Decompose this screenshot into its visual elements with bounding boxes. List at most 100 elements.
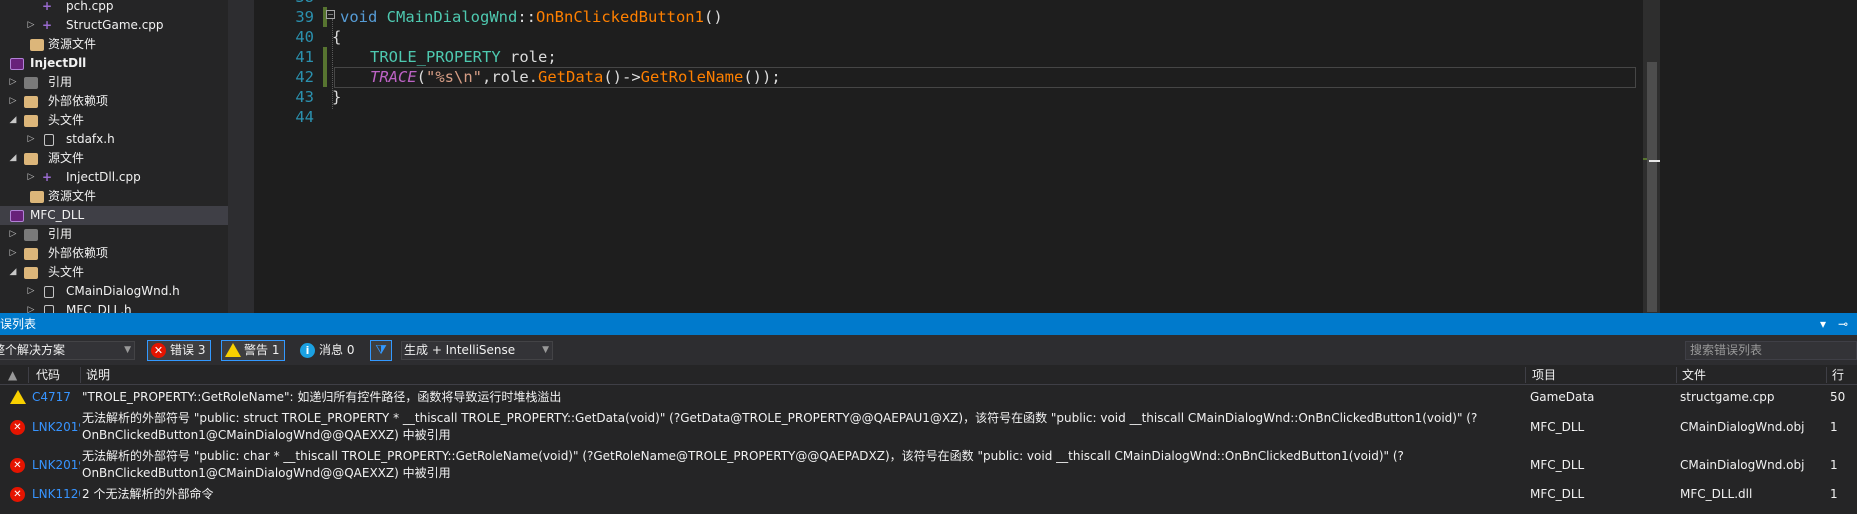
- error-code-link[interactable]: LNK2019: [32, 457, 80, 474]
- folder-icon: [24, 153, 38, 165]
- tree-item-references[interactable]: ▷ 引用: [0, 73, 228, 92]
- change-marker: [323, 47, 327, 87]
- cpp-file-icon: +: [42, 18, 53, 32]
- expand-arrow-icon[interactable]: ▷: [26, 301, 36, 313]
- error-row[interactable]: ✕ LNK2019 无法解析的外部符号 "public: struct TROL…: [0, 410, 1857, 444]
- scrollbar-thumb[interactable]: [1647, 62, 1657, 312]
- error-code-link[interactable]: LNK2019: [32, 419, 80, 436]
- tree-item-injectdll-project[interactable]: InjectDll: [0, 54, 228, 73]
- line-number: 42: [295, 68, 314, 86]
- collapse-arrow-icon[interactable]: ◢: [8, 263, 18, 282]
- search-input[interactable]: 搜索错误列表: [1685, 341, 1857, 360]
- line-number: 38: [274, 0, 314, 7]
- tree-item-pch-cpp[interactable]: + pch.cpp: [0, 0, 228, 16]
- tree-item-resource-files[interactable]: 资源文件: [0, 35, 228, 54]
- panel-splitter[interactable]: [228, 0, 254, 313]
- column-header-line[interactable]: 行: [1832, 365, 1844, 385]
- dropdown-icon[interactable]: ▾: [1820, 313, 1826, 335]
- line-number: 39: [295, 8, 314, 26]
- expand-arrow-icon[interactable]: ▷: [26, 16, 36, 35]
- code-line-40: {: [332, 28, 342, 46]
- collapse-arrow-icon[interactable]: ◢: [8, 111, 18, 130]
- scope-combo[interactable]: 整个解决方案 ▼: [0, 341, 135, 360]
- tree-item-stdafx-h[interactable]: ▷ stdafx.h: [0, 130, 228, 149]
- tree-item-mfc-dll-h[interactable]: ▷ MFC_DLL.h: [0, 301, 228, 313]
- folder-icon: [24, 96, 38, 108]
- error-file: structgame.cpp: [1680, 390, 1775, 404]
- tree-item-structgame-cpp[interactable]: ▷ + StructGame.cpp: [0, 16, 228, 35]
- column-header-file[interactable]: 文件: [1682, 365, 1706, 385]
- error-code-link[interactable]: LNK1120: [32, 486, 80, 503]
- tree-item-header-files[interactable]: ◢ 头文件: [0, 111, 228, 130]
- error-file: MFC_DLL.dll: [1680, 487, 1753, 501]
- error-line: 1: [1830, 458, 1838, 472]
- column-header-project[interactable]: 项目: [1532, 365, 1556, 385]
- line-number: 43: [295, 88, 314, 106]
- tree-item-external-deps[interactable]: ▷ 外部依赖项: [0, 244, 228, 263]
- column-header-code[interactable]: 代码: [36, 365, 60, 385]
- error-row[interactable]: C4717 "TROLE_PROPERTY::GetRoleName": 如递归…: [0, 389, 1857, 407]
- error-project: MFC_DLL: [1530, 487, 1585, 501]
- folder-icon: [24, 248, 38, 260]
- warning-icon: [10, 390, 26, 404]
- info-icon: i: [300, 343, 315, 358]
- expand-arrow-icon[interactable]: ▷: [8, 73, 18, 92]
- tree-item-header-files[interactable]: ◢ 头文件: [0, 263, 228, 282]
- column-header-description[interactable]: 说明: [86, 365, 110, 385]
- error-line: 1: [1830, 487, 1838, 501]
- expand-arrow-icon[interactable]: ▷: [26, 282, 36, 301]
- tree-item-external-deps[interactable]: ▷ 外部依赖项: [0, 92, 228, 111]
- collapse-toggle-icon[interactable]: −: [326, 10, 335, 19]
- header-file-icon: [44, 286, 54, 298]
- code-editor[interactable]: 38 39 40 41 42 43 44 − void CMainDialogW…: [254, 0, 1643, 313]
- error-row[interactable]: ✕ LNK1120 2 个无法解析的外部命令 MFC_DLL MFC_DLL.d…: [0, 486, 1857, 504]
- expand-arrow-icon[interactable]: ▷: [8, 225, 18, 244]
- error-file: CMainDialogWnd.obj: [1680, 458, 1805, 472]
- tree-item-injectdll-cpp[interactable]: ▷ + InjectDll.cpp: [0, 168, 228, 187]
- expand-arrow-icon[interactable]: ▷: [26, 130, 36, 149]
- error-list-toolbar: 整个解决方案 ▼ ✕ 错误 3 警告 1 i 消息 0 ⧩ 生成 + Intel…: [0, 335, 1857, 365]
- collapse-arrow-icon[interactable]: ◢: [8, 149, 18, 168]
- error-project: MFC_DLL: [1530, 458, 1585, 472]
- caret-mark: [1649, 160, 1660, 162]
- cpp-file-icon: +: [42, 0, 53, 13]
- errors-filter-button[interactable]: ✕ 错误 3: [147, 340, 212, 361]
- error-description: 无法解析的外部符号 "public: struct TROLE_PROPERTY…: [82, 411, 1478, 442]
- code-line-42: TRACE("%s\n",role.GetData()->GetRoleName…: [370, 68, 781, 86]
- build-source-combo[interactable]: 生成 + IntelliSense ▼: [401, 341, 553, 360]
- error-row[interactable]: ✕ LNK2019 无法解析的外部符号 "public: char * __th…: [0, 448, 1857, 482]
- filter-icon[interactable]: ⧩: [370, 340, 392, 361]
- editor-vertical-scrollbar[interactable]: [1643, 0, 1660, 313]
- tree-item-references[interactable]: ▷ 引用: [0, 225, 228, 244]
- sort-icon[interactable]: ▲: [8, 365, 17, 385]
- error-list-titlebar: 错误列表 ▾ ⊸: [0, 313, 1857, 335]
- warnings-filter-button[interactable]: 警告 1: [221, 340, 286, 361]
- pin-icon[interactable]: ⊸: [1838, 313, 1848, 335]
- messages-filter-button[interactable]: i 消息 0: [296, 340, 360, 361]
- tree-item-mfc-dll-project[interactable]: MFC_DLL: [0, 206, 228, 225]
- error-code-link[interactable]: C4717: [32, 389, 80, 406]
- tree-item-cmaindialogwnd-h[interactable]: ▷ CMainDialogWnd.h: [0, 282, 228, 301]
- line-number: 40: [295, 28, 314, 46]
- change-mark: [1643, 158, 1647, 160]
- code-line-43: }: [332, 88, 342, 106]
- warning-icon: [225, 343, 241, 357]
- error-file: CMainDialogWnd.obj: [1680, 420, 1805, 434]
- error-description: 2 个无法解析的外部命令: [82, 487, 214, 501]
- folder-icon: [30, 39, 44, 51]
- error-list-header: ▲ 代码 说明 项目 文件 行: [0, 365, 1857, 385]
- error-icon: ✕: [10, 420, 25, 435]
- expand-arrow-icon[interactable]: ▷: [8, 92, 18, 111]
- expand-arrow-icon[interactable]: ▷: [26, 168, 36, 187]
- error-list-body: C4717 "TROLE_PROPERTY::GetRoleName": 如递归…: [0, 385, 1857, 514]
- project-icon: [10, 58, 24, 70]
- error-description: "TROLE_PROPERTY::GetRoleName": 如递归所有控件路径…: [82, 390, 562, 404]
- error-icon: ✕: [10, 487, 25, 502]
- error-project: GameData: [1530, 390, 1595, 404]
- error-line: 50: [1830, 390, 1846, 404]
- header-file-icon: [44, 134, 54, 146]
- expand-arrow-icon[interactable]: ▷: [8, 244, 18, 263]
- tree-item-source-files[interactable]: ◢ 源文件: [0, 149, 228, 168]
- folder-icon: [30, 191, 44, 203]
- tree-item-resource-files[interactable]: 资源文件: [0, 187, 228, 206]
